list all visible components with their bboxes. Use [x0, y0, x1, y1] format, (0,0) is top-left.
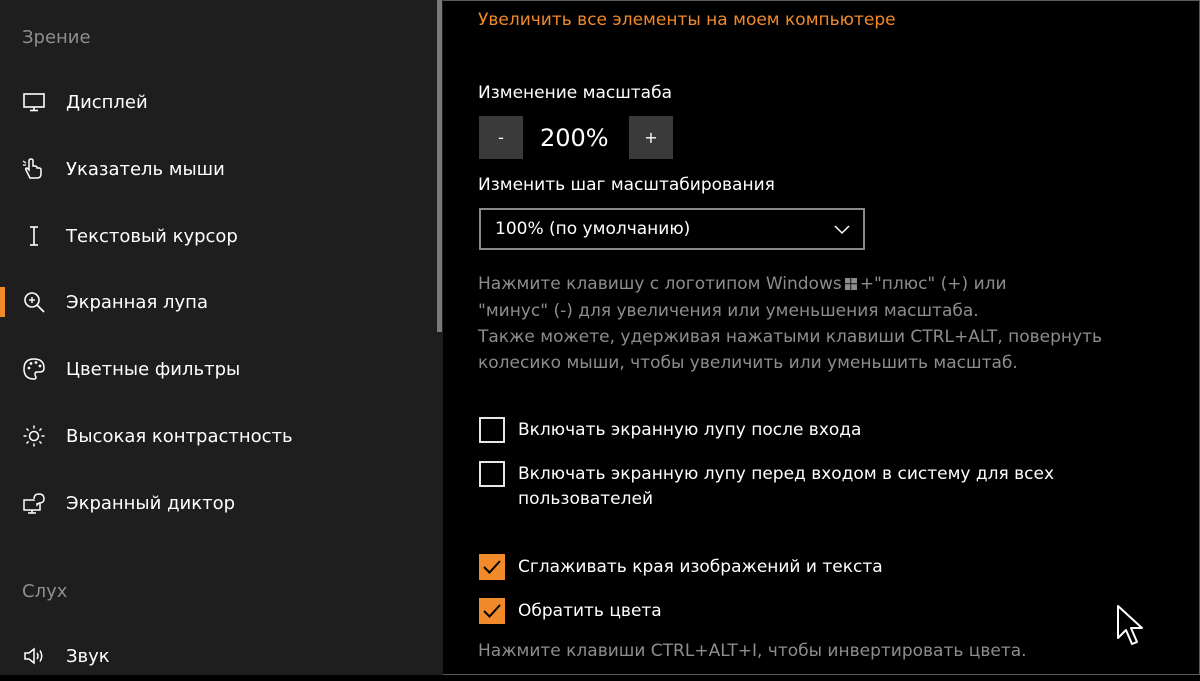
help-line-4: колесико мыши, чтобы увеличить или умень…	[478, 353, 1018, 373]
sidebar-item-magnifier[interactable]: Экранная лупа	[0, 277, 437, 327]
checkbox-invert-colors[interactable]	[479, 598, 505, 624]
section-label-hearing: Слух	[22, 581, 68, 602]
text-cursor-icon	[21, 223, 47, 249]
sidebar-scrollbar[interactable]	[437, 0, 442, 332]
sidebar-item-audio[interactable]: Звук	[0, 631, 437, 681]
section-label-vision: Зрение	[22, 27, 91, 48]
checkmark-icon	[483, 604, 501, 618]
help-line-2: "минус" (-) для увеличения или уменьшени…	[478, 301, 979, 321]
monitor-icon	[21, 89, 47, 115]
narrator-icon	[21, 490, 47, 516]
sidebar-item-text-cursor[interactable]: Текстовый курсор	[0, 211, 437, 261]
sidebar-item-label: Указатель мыши	[66, 158, 225, 180]
invert-hint-text: Нажмите клавиши CTRL+ALT+I, чтобы инверт…	[478, 641, 1027, 661]
windows-logo-icon	[844, 272, 857, 298]
sidebar-item-label: Высокая контрастность	[66, 425, 293, 447]
make-everything-bigger-link[interactable]: Увеличить все элементы на моем компьютер…	[478, 10, 896, 30]
sidebar-item-label: Звук	[66, 645, 110, 667]
sidebar-item-label: Экранная лупа	[66, 291, 208, 313]
pointer-hand-icon	[21, 156, 47, 182]
speaker-icon	[21, 643, 47, 669]
sidebar-item-mouse-pointer[interactable]: Указатель мыши	[0, 144, 437, 194]
palette-icon	[21, 356, 47, 382]
checkbox-label: Включать экранную лупу перед входом в си…	[518, 464, 1055, 509]
help-line-1a: Нажмите клавишу с логотипом Windows	[478, 274, 842, 294]
checkbox-label: Включать экранную лупу после входа	[518, 420, 862, 440]
sidebar-item-label: Экранный диктор	[66, 492, 236, 514]
checkbox-start-before-sign-in[interactable]	[479, 461, 505, 487]
zoom-step-selected: 100% (по умолчанию)	[495, 219, 691, 239]
sidebar-item-label: Цветные фильтры	[66, 358, 241, 380]
sidebar-item-narrator[interactable]: Экранный диктор	[0, 478, 437, 528]
zoom-step-dropdown[interactable]: 100% (по умолчанию)	[479, 208, 865, 250]
checkbox-label: Обратить цвета	[518, 601, 662, 621]
mouse-cursor-icon	[1116, 604, 1146, 652]
magnifier-icon	[21, 289, 47, 315]
help-line-3: Также можете, удерживая нажатыми клавиши…	[478, 327, 1103, 347]
chevron-down-icon	[833, 220, 851, 242]
zoom-step-heading: Изменить шаг масштабирования	[478, 175, 775, 195]
magnifier-settings-panel: Увеличить все элементы на моем компьютер…	[445, 0, 1200, 675]
help-line-1b: +"плюс" (+) или	[859, 274, 1007, 294]
checkmark-icon	[483, 560, 501, 574]
sidebar: Зрение Дисплей Указатель мыши Текстовый …	[0, 0, 443, 675]
zoom-in-button[interactable]: +	[629, 116, 673, 159]
active-indicator	[0, 287, 5, 317]
sidebar-item-label: Дисплей	[66, 91, 148, 113]
checkbox-start-after-sign-in[interactable]	[479, 417, 505, 443]
zoom-heading: Изменение масштаба	[478, 83, 673, 103]
sun-icon	[21, 423, 47, 449]
sidebar-item-display[interactable]: Дисплей	[0, 77, 437, 127]
zoom-level-value: 200%	[540, 124, 609, 152]
sidebar-item-color-filters[interactable]: Цветные фильтры	[0, 344, 437, 394]
checkbox-label: Сглаживать края изображений и текста	[518, 557, 883, 577]
sidebar-item-high-contrast[interactable]: Высокая контрастность	[0, 411, 437, 461]
sidebar-item-label: Текстовый курсор	[66, 225, 238, 247]
zoom-help-text: Нажмите клавишу с логотипом Windows +"плю…	[478, 271, 1168, 376]
checkbox-smooth-edges[interactable]	[479, 554, 505, 580]
zoom-out-button[interactable]: -	[479, 116, 523, 159]
